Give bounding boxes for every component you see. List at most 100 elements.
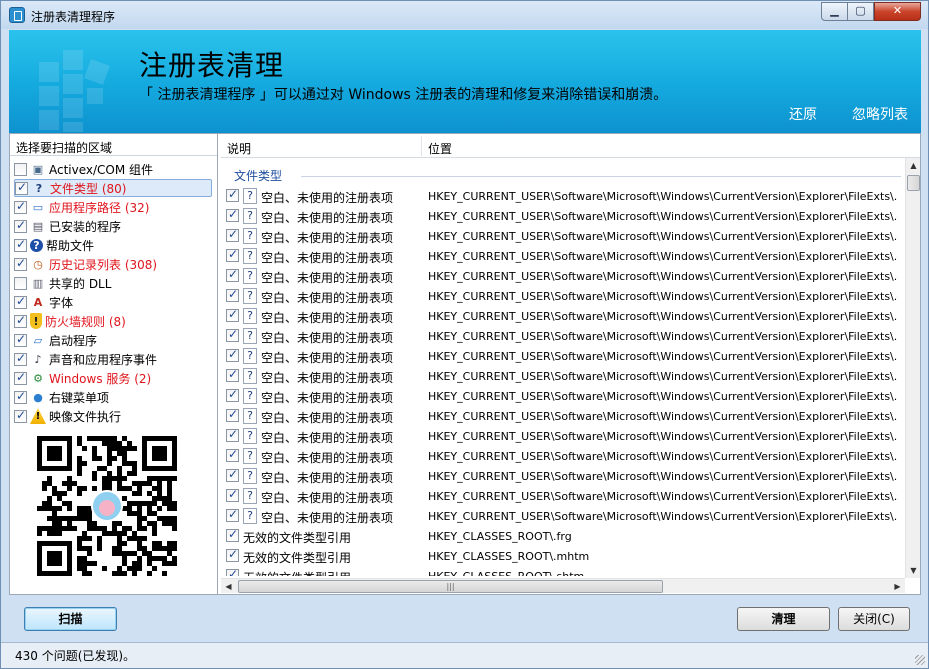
- result-description: 空白、未使用的注册表项: [261, 271, 394, 285]
- scan-area-label: 共享的 DLL: [49, 276, 112, 291]
- scan-area-checkbox[interactable]: [14, 389, 27, 404]
- question-file-icon: ?: [243, 388, 257, 404]
- result-row[interactable]: ? 空白、未使用的注册表项 HKEY_CURRENT_USER\Software\M…: [221, 426, 905, 446]
- scan-area-item[interactable]: ?帮助文件: [14, 236, 212, 254]
- result-row[interactable]: ? 空白、未使用的注册表项 HKEY_CURRENT_USER\Software\M…: [221, 366, 905, 386]
- result-checkbox[interactable]: [226, 507, 239, 522]
- result-checkbox[interactable]: [226, 527, 239, 542]
- result-row[interactable]: ? 空白、未使用的注册表项 HKEY_CURRENT_USER\Software\M…: [221, 346, 905, 366]
- scan-area-checkbox[interactable]: [14, 256, 27, 271]
- result-checkbox[interactable]: [226, 387, 239, 402]
- result-row[interactable]: ? 空白、未使用的注册表项 HKEY_CURRENT_USER\Software\M…: [221, 506, 905, 526]
- scroll-left-icon[interactable]: ◀: [221, 579, 236, 594]
- scan-area-item[interactable]: ▭ 应用程序路径 (32): [14, 198, 212, 216]
- result-row[interactable]: 无效的文件类型引用 HKEY_CLASSES_ROOT\.shtm: [221, 566, 905, 576]
- scan-area-item[interactable]: ▤ 已安装的程序: [14, 217, 212, 235]
- scan-area-checkbox[interactable]: [14, 313, 27, 328]
- result-row[interactable]: ? 空白、未使用的注册表项 HKEY_CURRENT_USER\Software\M…: [221, 226, 905, 246]
- result-location: HKEY_CURRENT_USER\Software\Microsoft\Win…: [428, 230, 898, 243]
- result-row[interactable]: ? 空白、未使用的注册表项 HKEY_CURRENT_USER\Software\M…: [221, 326, 905, 346]
- result-row[interactable]: 无效的文件类型引用 HKEY_CLASSES_ROOT\.mhtm: [221, 546, 905, 566]
- scan-area-item[interactable]: ? 文件类型 (80): [14, 179, 212, 197]
- scan-area-item[interactable]: ▣ Activex/COM 组件: [14, 160, 212, 178]
- scan-area-checkbox[interactable]: [14, 218, 27, 233]
- column-location[interactable]: 位置: [428, 140, 452, 157]
- result-checkbox[interactable]: [226, 567, 239, 576]
- result-checkbox[interactable]: [226, 487, 239, 502]
- scroll-up-icon[interactable]: ▲: [906, 158, 921, 173]
- scan-area-label: Activex/COM 组件: [49, 162, 154, 177]
- scan-area-checkbox[interactable]: [14, 276, 27, 290]
- result-checkbox[interactable]: [226, 467, 239, 482]
- scan-area-checkbox[interactable]: [14, 408, 27, 423]
- result-checkbox[interactable]: [226, 307, 239, 322]
- result-checkbox[interactable]: [226, 287, 239, 302]
- scan-area-item[interactable]: !映像文件执行: [14, 407, 212, 425]
- minimize-button[interactable]: ▁: [821, 2, 848, 21]
- window-icon: ▭: [32, 200, 44, 214]
- result-row[interactable]: ? 空白、未使用的注册表项 HKEY_CURRENT_USER\Software\M…: [221, 266, 905, 286]
- scan-area-label: 映像文件执行: [49, 409, 122, 424]
- result-checkbox[interactable]: [226, 247, 239, 262]
- scroll-right-icon[interactable]: ▶: [890, 579, 905, 594]
- column-description[interactable]: 说明: [227, 140, 251, 157]
- question-file-icon: ?: [243, 228, 257, 244]
- result-checkbox[interactable]: [226, 327, 239, 342]
- result-checkbox[interactable]: [226, 207, 239, 222]
- scroll-down-icon[interactable]: ▼: [906, 563, 921, 578]
- result-checkbox[interactable]: [226, 227, 239, 242]
- result-row[interactable]: ? 空白、未使用的注册表项 HKEY_CURRENT_USER\Software\M…: [221, 246, 905, 266]
- scan-area-checkbox[interactable]: [15, 180, 28, 195]
- question-file-icon: ?: [243, 448, 257, 464]
- scan-area-item[interactable]: A 字体: [14, 293, 212, 311]
- result-checkbox[interactable]: [226, 547, 239, 562]
- horizontal-scrollbar[interactable]: ◀ ||| ▶: [221, 578, 905, 593]
- result-row[interactable]: 无效的文件类型引用 HKEY_CLASSES_ROOT\.frg: [221, 526, 905, 546]
- result-row[interactable]: ? 空白、未使用的注册表项 HKEY_CURRENT_USER\Software\M…: [221, 486, 905, 506]
- results-panel: 说明 位置 文件类型 ? 空白、未使用的注册表项 HKEY_CURRENT_USER…: [221, 134, 920, 594]
- restore-link[interactable]: 还原: [789, 104, 817, 124]
- scan-area-checkbox[interactable]: [14, 199, 27, 214]
- result-checkbox[interactable]: [226, 367, 239, 382]
- scan-area-panel: 选择要扫描的区域 ▣ Activex/COM 组件? 文件类型 (80) ▭ 应用程序路…: [10, 134, 218, 594]
- result-row[interactable]: ? 空白、未使用的注册表项 HKEY_CURRENT_USER\Software\M…: [221, 446, 905, 466]
- scan-area-checkbox[interactable]: [14, 162, 27, 176]
- scan-area-item[interactable]: ▥ 共享的 DLL: [14, 274, 212, 292]
- scroll-thumb[interactable]: [907, 175, 920, 191]
- scan-area-checkbox[interactable]: [14, 332, 27, 347]
- scan-button[interactable]: 扫描: [24, 607, 117, 631]
- scan-area-item[interactable]: ♪ 声音和应用程序事件: [14, 350, 212, 368]
- scan-area-item[interactable]: ● 右键菜单项: [14, 388, 212, 406]
- result-row[interactable]: ? 空白、未使用的注册表项 HKEY_CURRENT_USER\Software\M…: [221, 306, 905, 326]
- result-checkbox[interactable]: [226, 427, 239, 442]
- scan-area-item[interactable]: ▱ 启动程序: [14, 331, 212, 349]
- result-checkbox[interactable]: [226, 187, 239, 202]
- result-checkbox[interactable]: [226, 347, 239, 362]
- resize-grip-icon[interactable]: [915, 655, 925, 665]
- result-row[interactable]: ? 空白、未使用的注册表项 HKEY_CURRENT_USER\Software\M…: [221, 466, 905, 486]
- close-window-button[interactable]: ✕: [874, 2, 921, 21]
- result-row[interactable]: ? 空白、未使用的注册表项 HKEY_CURRENT_USER\Software\M…: [221, 286, 905, 306]
- result-description: 空白、未使用的注册表项: [261, 331, 394, 345]
- scan-area-item[interactable]: !防火墙规则 (8): [14, 312, 212, 330]
- result-checkbox[interactable]: [226, 267, 239, 282]
- scan-area-item[interactable]: ⚙ Windows 服务 (2): [14, 369, 212, 387]
- result-checkbox[interactable]: [226, 447, 239, 462]
- maximize-button[interactable]: ▢: [847, 2, 874, 21]
- vertical-scrollbar[interactable]: ▲ ▼: [905, 158, 920, 578]
- scan-area-checkbox[interactable]: [14, 237, 27, 252]
- result-row[interactable]: ? 空白、未使用的注册表项 HKEY_CURRENT_USER\Software\M…: [221, 206, 905, 226]
- result-checkbox[interactable]: [226, 407, 239, 422]
- scan-area-item[interactable]: ◷ 历史记录列表 (308): [14, 255, 212, 273]
- result-location: HKEY_CURRENT_USER\Software\Microsoft\Win…: [428, 510, 898, 523]
- ignore-list-link[interactable]: 忽略列表: [852, 104, 908, 124]
- result-row[interactable]: ? 空白、未使用的注册表项 HKEY_CURRENT_USER\Software\M…: [221, 386, 905, 406]
- hscroll-thumb[interactable]: |||: [238, 580, 663, 593]
- result-row[interactable]: ? 空白、未使用的注册表项 HKEY_CURRENT_USER\Software\M…: [221, 406, 905, 426]
- result-row[interactable]: ? 空白、未使用的注册表项 HKEY_CURRENT_USER\Software\M…: [221, 186, 905, 206]
- scan-area-checkbox[interactable]: [14, 351, 27, 366]
- close-button[interactable]: 关闭(C): [838, 607, 910, 631]
- scan-area-checkbox[interactable]: [14, 370, 27, 385]
- scan-area-checkbox[interactable]: [14, 294, 27, 309]
- clean-button[interactable]: 清理: [737, 607, 830, 631]
